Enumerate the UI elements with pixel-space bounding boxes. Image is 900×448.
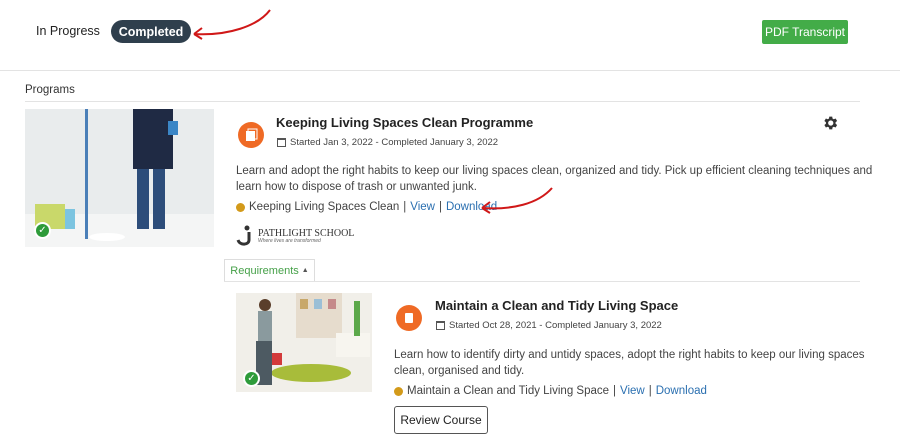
program-thumbnail[interactable]: ✓ xyxy=(25,109,214,247)
divider xyxy=(224,281,860,282)
certificate-name: Maintain a Clean and Tidy Living Space xyxy=(407,385,610,397)
description-line: Learn how to identify dirty and untidy s… xyxy=(394,349,865,361)
course-certificate: Maintain a Clean and Tidy Living Space |… xyxy=(394,385,707,397)
course-thumbnail[interactable]: ✓ xyxy=(236,293,372,392)
separator: | xyxy=(648,385,652,397)
separator: | xyxy=(613,385,617,397)
tab-in-progress[interactable]: In Progress xyxy=(36,24,100,38)
medal-icon xyxy=(236,202,245,212)
download-link[interactable]: Download xyxy=(656,385,707,397)
course-title[interactable]: Maintain a Clean and Tidy Living Space xyxy=(435,298,678,313)
program-dates-text: Started Jan 3, 2022 - Completed January … xyxy=(290,137,499,148)
calendar-icon xyxy=(277,138,286,147)
caret-up-icon: ▲ xyxy=(301,267,309,274)
program-dates: Started Jan 3, 2022 - Completed January … xyxy=(277,137,498,148)
completed-check-icon: ✓ xyxy=(34,222,51,239)
program-certificate: Keeping Living Spaces Clean | View | Dow… xyxy=(236,201,497,213)
course-description: Learn how to identify dirty and untidy s… xyxy=(394,347,865,379)
divider xyxy=(0,70,900,71)
separator: | xyxy=(403,201,407,213)
separator: | xyxy=(438,201,442,213)
completed-check-icon: ✓ xyxy=(243,370,260,387)
annotation-arrow-icon xyxy=(193,9,271,40)
program-title[interactable]: Keeping Living Spaces Clean Programme xyxy=(276,115,533,130)
certificate-name: Keeping Living Spaces Clean xyxy=(249,201,400,213)
calendar-icon xyxy=(436,321,445,330)
program-icon xyxy=(238,122,264,148)
review-course-button[interactable]: Review Course xyxy=(394,406,488,434)
medal-icon xyxy=(394,386,403,396)
pathlight-logo: PATHLIGHT SCHOOL Where lives are transfo… xyxy=(236,225,354,247)
requirements-toggle[interactable]: Requirements ▲ xyxy=(224,259,315,281)
description-line: Learn and adopt the right habits to keep… xyxy=(236,165,873,177)
section-title: Programs xyxy=(25,84,75,96)
divider xyxy=(25,101,860,102)
view-link[interactable]: View xyxy=(620,385,645,397)
view-link[interactable]: View xyxy=(410,201,435,213)
logo-mark-icon xyxy=(236,225,251,246)
description-line: clean, organised and tidy. xyxy=(394,365,525,377)
gear-icon[interactable] xyxy=(821,114,839,132)
annotation-arrow-icon xyxy=(481,187,553,214)
course-icon xyxy=(396,305,422,331)
tab-completed[interactable]: Completed xyxy=(111,20,191,43)
logo-name: PATHLIGHT SCHOOL xyxy=(258,227,355,239)
cleaning-illustration xyxy=(25,109,214,247)
course-dates: Started Oct 28, 2021 - Completed January… xyxy=(436,320,662,331)
course-dates-text: Started Oct 28, 2021 - Completed January… xyxy=(449,320,662,331)
pdf-transcript-button[interactable]: PDF Transcript xyxy=(762,20,848,44)
requirements-label: Requirements xyxy=(230,264,299,277)
